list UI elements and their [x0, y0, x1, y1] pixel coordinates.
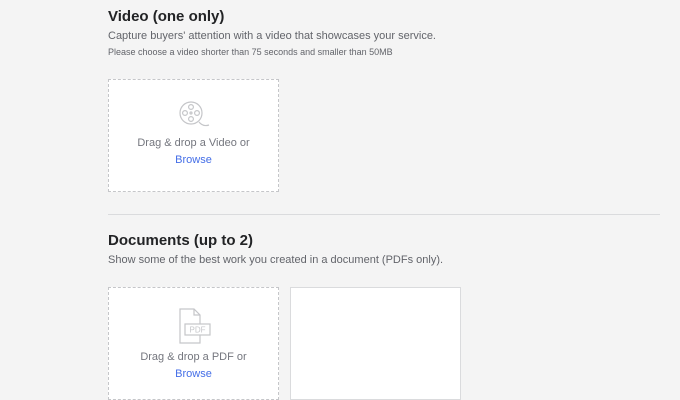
section-divider	[108, 214, 660, 215]
pdf-dropzone-text: Drag & drop a PDF or	[140, 351, 247, 363]
documents-section: Documents (up to 2) Show some of the bes…	[108, 232, 443, 267]
video-browse-link[interactable]: Browse	[175, 153, 212, 167]
video-section-note: Please choose a video shorter than 75 se…	[108, 47, 393, 57]
pdf-browse-link[interactable]: Browse	[175, 367, 212, 381]
documents-section-description: Show some of the best work you created i…	[108, 254, 444, 266]
documents-section-title: Documents (up to 2)	[108, 232, 253, 249]
film-reel-icon	[178, 101, 209, 127]
video-section: Video (one only) Capture buyers' attenti…	[108, 8, 436, 58]
video-section-title: Video (one only)	[108, 8, 225, 25]
pdf-dropzone-empty-slot[interactable]	[290, 287, 461, 400]
pdf-icon-label: PDF	[189, 326, 205, 335]
video-section-description: Capture buyers' attention with a video t…	[108, 30, 436, 42]
video-dropzone-text: Drag & drop a Video or	[137, 137, 250, 149]
video-dropzone[interactable]: Drag & drop a Video or Browse	[108, 79, 279, 192]
pdf-file-icon: PDF	[178, 308, 211, 344]
pdf-dropzone[interactable]: PDF Drag & drop a PDF or Browse	[108, 287, 279, 400]
